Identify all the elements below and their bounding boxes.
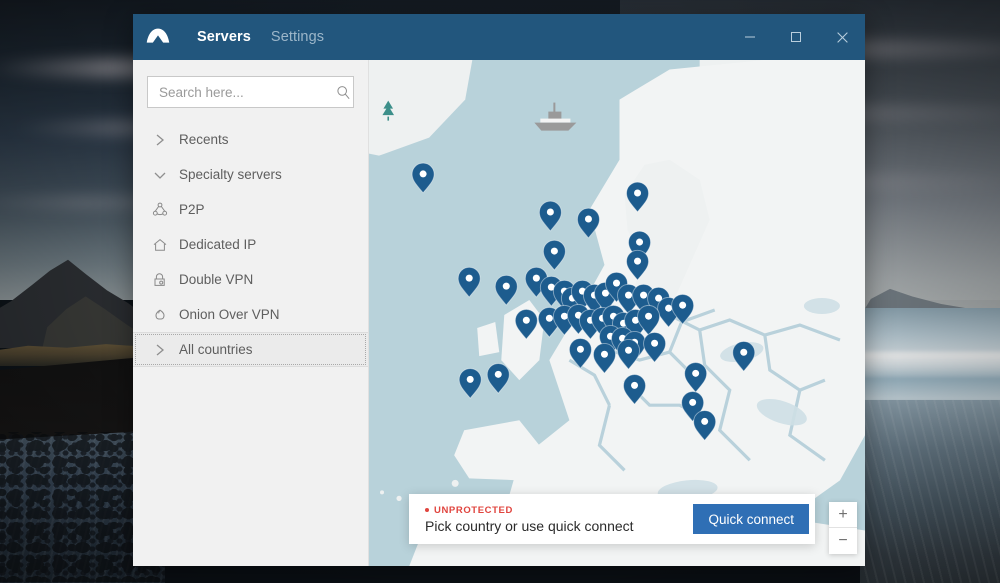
server-pin[interactable] [732, 341, 756, 372]
close-icon [836, 31, 848, 43]
server-pin[interactable] [617, 339, 640, 370]
sidebar-nav: Recents Specialty servers P2P Dedicated … [133, 122, 368, 367]
server-pin[interactable] [538, 200, 562, 232]
server-pin[interactable] [542, 239, 566, 271]
sidebar-item-label: Double VPN [179, 272, 254, 287]
status-label: UNPROTECTED [434, 504, 513, 516]
nordvpn-window: Servers Settings Search here... Recents … [133, 14, 865, 566]
status-dot-icon [425, 508, 429, 512]
zoom-in-button[interactable]: + [829, 502, 857, 528]
minimize-icon [745, 36, 755, 38]
sidebar-item-label: Specialty servers [179, 167, 282, 182]
status-badge: UNPROTECTED [425, 505, 693, 516]
sidebar-item-all-countries[interactable]: All countries [133, 332, 368, 367]
server-map[interactable]: UNPROTECTED Pick country or use quick co… [369, 60, 865, 566]
sidebar: Recents Specialty servers [133, 60, 369, 566]
desktop-background: Servers Settings Search here... Recents … [0, 0, 1000, 583]
server-pin[interactable] [626, 181, 650, 213]
status-message: Pick country or use quick connect [425, 517, 634, 534]
sidebar-item-label: Onion Over VPN [179, 307, 280, 322]
window-controls [727, 14, 865, 60]
quick-connect-button[interactable]: Quick connect [693, 504, 809, 534]
server-pin[interactable] [486, 363, 510, 394]
zoom-out-button[interactable]: − [829, 528, 857, 554]
server-pin[interactable] [623, 374, 647, 405]
search-box[interactable] [147, 76, 354, 108]
sidebar-item-p2p[interactable]: P2P [133, 192, 368, 227]
chevron-right-icon [145, 343, 175, 357]
server-pin[interactable] [626, 249, 650, 281]
map-zoom-controls: + − [829, 502, 857, 554]
search-icon[interactable] [336, 85, 351, 100]
server-pin[interactable] [411, 162, 435, 194]
sidebar-item-onion-over-vpn[interactable]: Onion Over VPN [133, 297, 368, 332]
sidebar-item-recents[interactable]: Recents [133, 122, 368, 157]
server-pin[interactable] [568, 338, 592, 369]
server-pin[interactable] [593, 343, 616, 374]
search-input[interactable] [159, 84, 336, 100]
server-pin[interactable] [693, 410, 717, 441]
title-bar: Servers Settings [133, 14, 865, 60]
server-pin[interactable] [684, 362, 708, 393]
server-pin[interactable] [458, 368, 482, 399]
sidebar-item-label: All countries [179, 342, 253, 357]
sidebar-item-dedicated-ip[interactable]: Dedicated IP [133, 227, 368, 262]
server-pins-layer[interactable] [369, 60, 865, 566]
window-body: Recents Specialty servers [133, 60, 865, 566]
chevron-right-icon [145, 133, 175, 147]
status-text-group: UNPROTECTED Pick country or use quick co… [425, 505, 693, 534]
server-pin[interactable] [643, 332, 667, 363]
tab-settings[interactable]: Settings [261, 25, 334, 49]
sidebar-item-double-vpn[interactable]: Double VPN [133, 262, 368, 297]
sidebar-item-specialty-servers[interactable]: Specialty servers [133, 157, 368, 192]
sidebar-item-label: Recents [179, 132, 229, 147]
connection-status-card: UNPROTECTED Pick country or use quick co… [409, 494, 815, 544]
tab-servers[interactable]: Servers [187, 25, 261, 49]
sidebar-item-label: Dedicated IP [179, 237, 257, 252]
house-icon [145, 237, 175, 253]
nordvpn-logo-icon [143, 22, 173, 52]
sidebar-item-label: P2P [179, 202, 205, 217]
close-button[interactable] [819, 14, 865, 60]
minimize-button[interactable] [727, 14, 773, 60]
maximize-button[interactable] [773, 14, 819, 60]
chevron-down-icon [145, 169, 175, 181]
server-pin[interactable] [576, 207, 600, 239]
server-pin[interactable] [494, 274, 518, 306]
onion-icon [145, 307, 175, 323]
server-pin[interactable] [457, 266, 481, 298]
server-pin[interactable] [514, 309, 538, 340]
p2p-icon [145, 202, 175, 218]
lock-icon [145, 272, 175, 288]
maximize-icon [791, 32, 801, 42]
